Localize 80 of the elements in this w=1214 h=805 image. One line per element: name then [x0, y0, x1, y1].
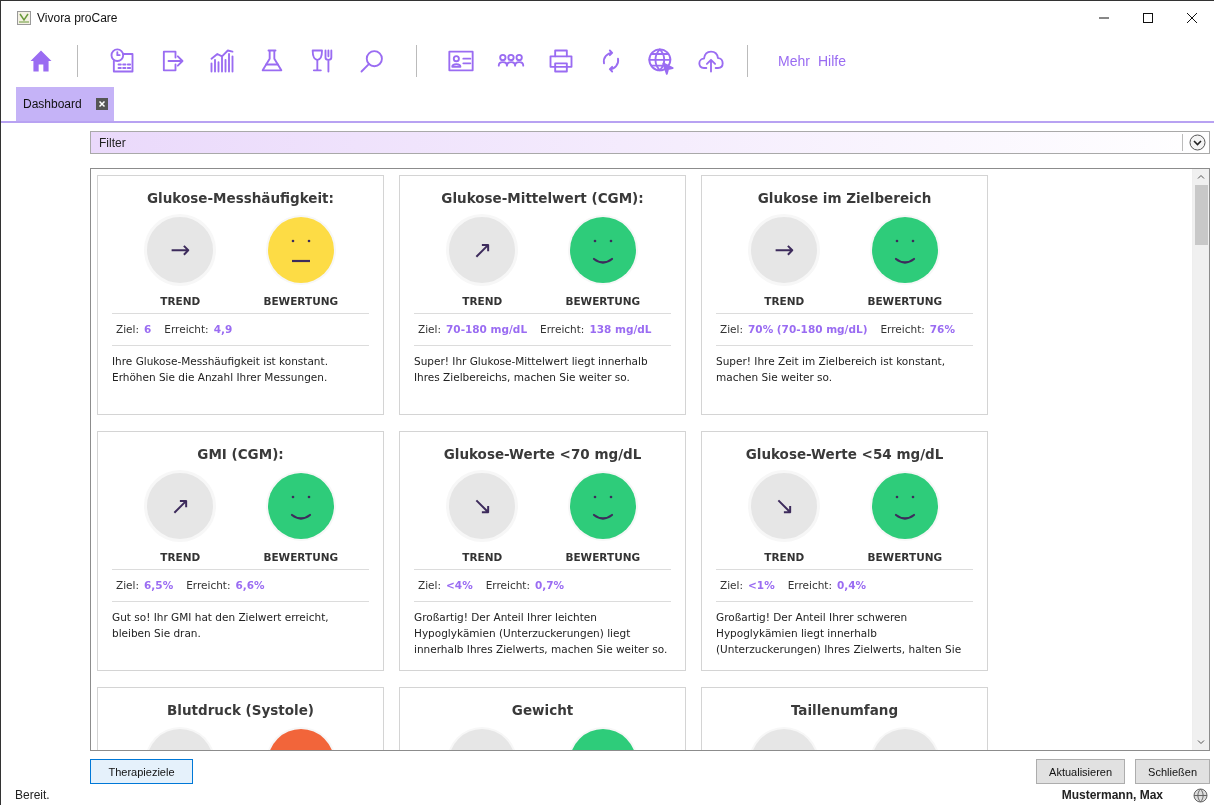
card-title: Glukose-Werte <70 mg/dL	[443, 446, 642, 462]
target-value: <4%	[446, 579, 473, 591]
achieved-label: Erreicht:	[787, 579, 832, 591]
rating-label: BEWERTUNG	[565, 551, 641, 563]
action-button[interactable]: Schließen	[1135, 759, 1210, 784]
target-value: 6	[144, 323, 152, 335]
scroll-up-icon[interactable]	[1196, 172, 1206, 182]
calendar-clock-icon[interactable]	[108, 47, 136, 75]
achieved-label: Erreicht:	[164, 323, 209, 335]
scrollbar-thumb[interactable]	[1194, 185, 1208, 245]
rating-label: BEWERTUNG	[867, 551, 943, 563]
card-title: Glukose-Messhäufigkeit:	[147, 190, 334, 206]
bar-chart-icon[interactable]	[208, 47, 236, 75]
trend-label: TREND	[160, 295, 201, 307]
card-description: Großartig! Der Anteil Ihrer schweren Hypoglykämien liegt innerhalb (Unterzuckerungen) Ihres Zielwerts, halten Sie	[716, 610, 963, 657]
target-value: <1%	[748, 579, 775, 591]
achieved-value: 4,9	[213, 323, 233, 335]
achieved-value: 0,7%	[534, 579, 565, 591]
app-logo-icon	[17, 11, 31, 25]
printer-icon[interactable]	[547, 47, 575, 75]
toolbar-link[interactable]: Hilfe	[817, 53, 846, 69]
window-title: Vivora proCare	[37, 11, 118, 25]
achieved-label: Erreicht:	[485, 579, 530, 591]
trend-label: TREND	[462, 551, 503, 563]
globe-icon[interactable]	[647, 47, 675, 75]
scroll-down-icon[interactable]	[1196, 737, 1206, 747]
card-title: Glukose-Mittelwert (CGM):	[441, 190, 644, 206]
card-description: Super! Ihr Glukose-Mittelwert liegt innerhalb Ihres Zielbereichs, machen Sie weiter so.	[414, 354, 649, 385]
card-description: Gut so! Ihr GMI hat den Zielwert erreicht, bleiben Sie dran.	[112, 610, 330, 641]
achieved-value: 76%	[929, 323, 955, 335]
globe-icon	[1193, 787, 1208, 803]
action-button[interactable]: Aktualisieren	[1036, 759, 1126, 784]
achieved-label: Erreicht:	[880, 323, 925, 335]
rating-label: BEWERTUNG	[565, 295, 641, 307]
achieved-value: 0,4%	[836, 579, 867, 591]
scrollbar[interactable]	[1192, 169, 1209, 750]
filter-label: Filter	[99, 135, 127, 150]
trend-arrow: →	[170, 238, 191, 262]
card-title: Blutdruck (Systole)	[167, 702, 314, 718]
status-text: Bereit.	[15, 788, 50, 802]
target-label: Ziel:	[116, 579, 140, 591]
search-icon[interactable]	[358, 47, 386, 75]
achieved-label: Erreicht:	[186, 579, 231, 591]
card-description: Großartig! Der Anteil Ihrer leichten Hypoglykämien (Unterzuckerungen) liegt innerhalb Ihres Zielwerts, machen Sie weiter so.	[414, 610, 669, 657]
target-label: Ziel:	[720, 323, 744, 335]
target-label: Ziel:	[418, 579, 442, 591]
target-value: 70-180 mg/dL	[446, 323, 528, 335]
expand-icon[interactable]	[1182, 134, 1206, 151]
rating-label: BEWERTUNG	[263, 295, 339, 307]
target-value: 6,5%	[144, 579, 174, 591]
card-description: Super! Ihre Zeit im Zielbereich ist konstant, machen Sie weiter so.	[716, 354, 947, 385]
achieved-label: Erreicht:	[540, 323, 585, 335]
trend-label: TREND	[462, 295, 503, 307]
card-description: Ihre Glukose-Messhäufigkeit ist konstant. Erhöhen Sie die Anzahl Ihrer Messungen.	[112, 354, 329, 385]
rating-label: BEWERTUNG	[867, 295, 943, 307]
card-title: GMI (CGM):	[197, 446, 284, 462]
target-label: Ziel:	[418, 323, 442, 335]
card-title: Taillenumfang	[790, 702, 899, 718]
therapy-goals-button[interactable]: Therapieziele	[90, 759, 193, 784]
trend-arrow: ↗	[170, 494, 191, 518]
trend-arrow: ↗	[472, 238, 493, 262]
achieved-value: 6,6%	[235, 579, 265, 591]
user-name: Mustermann, Max	[1061, 788, 1163, 802]
target-label: Ziel:	[720, 579, 744, 591]
trend-arrow: →	[774, 238, 795, 262]
trend-arrow: ↘	[774, 494, 795, 518]
rating-label: BEWERTUNG	[263, 551, 339, 563]
trend-label: TREND	[160, 551, 201, 563]
target-value: 70% (70-180 mg/dL)	[748, 323, 868, 335]
toolbar-link[interactable]: Mehr	[778, 53, 810, 69]
card-title: Glukose-Werte <54 mg/dL	[745, 446, 944, 462]
close-icon[interactable]	[95, 98, 108, 110]
target-label: Ziel:	[116, 323, 140, 335]
trend-label: TREND	[764, 295, 805, 307]
card-title: Glukose im Zielbereich	[757, 190, 932, 206]
trend-arrow: ↘	[472, 494, 493, 518]
trend-label: TREND	[764, 551, 805, 563]
tab[interactable]: Dashboard	[16, 87, 114, 121]
card-title: Gewicht	[511, 702, 574, 718]
achieved-value: 138 mg/dL	[589, 323, 652, 335]
